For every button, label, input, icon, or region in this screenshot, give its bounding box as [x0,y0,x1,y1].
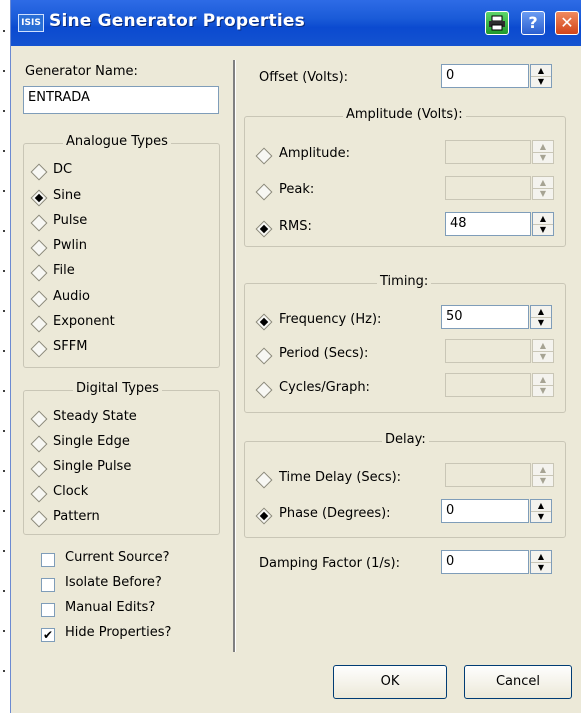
peak-input[interactable] [445,176,531,200]
delay-group [244,441,566,538]
phase-spinner[interactable]: ▲ ▼ [530,499,552,523]
timing-title: Timing: [377,274,432,289]
phase-input[interactable]: 0 [441,499,529,523]
manual-edits-checkbox[interactable] [41,603,55,617]
manual-edits-label[interactable]: Manual Edits? [65,600,155,615]
spin-down-icon[interactable]: ▼ [533,152,553,163]
help-button[interactable]: ? [521,11,545,35]
delay-title: Delay: [382,432,429,447]
analogue-types-title: Analogue Types [63,134,171,149]
generator-name-input[interactable]: ENTRADA [23,86,219,114]
cycles-graph-spinner[interactable]: ▲ ▼ [532,373,554,397]
vertical-divider [233,60,236,652]
properties-dialog: ISIS Sine Generator Properties ? ✕ Gener… [10,0,581,713]
frequency-label[interactable]: Frequency (Hz): [279,312,381,327]
period-input[interactable] [445,339,531,363]
spin-down-icon[interactable]: ▼ [533,224,553,235]
radio-label-dc[interactable]: DC [53,162,72,177]
radio-label-pulse[interactable]: Pulse [53,213,87,228]
isolate-before-label[interactable]: Isolate Before? [65,575,162,590]
rms-input[interactable]: 48 [445,212,531,236]
radio-label-single-pulse[interactable]: Single Pulse [53,459,131,474]
spin-down-icon[interactable]: ▼ [533,188,553,199]
background-strip [0,0,10,713]
frequency-spinner[interactable]: ▲ ▼ [530,305,552,329]
offset-label: Offset (Volts): [259,70,349,85]
radio-label-audio[interactable]: Audio [53,289,90,304]
cancel-button[interactable]: Cancel [464,665,572,699]
rms-spinner[interactable]: ▲ ▼ [532,212,554,236]
isolate-before-checkbox[interactable] [41,578,55,592]
spin-down-icon[interactable]: ▼ [531,76,551,87]
radio-label-pwlin[interactable]: Pwlin [53,238,87,253]
frequency-input[interactable]: 50 [441,305,529,329]
cycles-graph-input[interactable] [445,373,531,397]
spin-down-icon[interactable]: ▼ [531,511,551,522]
spin-down-icon[interactable]: ▼ [531,562,551,573]
close-icon: ✕ [560,13,574,32]
damping-factor-label: Damping Factor (1/s): [259,556,401,571]
radio-label-clock[interactable]: Clock [53,484,88,499]
window-title: Sine Generator Properties [49,11,305,31]
ok-button[interactable]: OK [333,665,447,699]
time-delay-label[interactable]: Time Delay (Secs): [279,470,401,485]
rms-label[interactable]: RMS: [279,219,312,234]
printer-icon [489,15,505,31]
amplitude-input[interactable] [445,140,531,164]
amplitude-title: Amplitude (Volts): [343,107,466,122]
digital-types-title: Digital Types [73,381,162,396]
radio-label-pattern[interactable]: Pattern [53,509,100,524]
damping-factor-input[interactable]: 0 [441,550,529,574]
current-source-label[interactable]: Current Source? [65,550,170,565]
spin-down-icon[interactable]: ▼ [533,385,553,396]
radio-label-file[interactable]: File [53,263,75,278]
phase-label[interactable]: Phase (Degrees): [279,506,391,521]
amplitude-spinner[interactable]: ▲ ▼ [532,140,554,164]
cycles-graph-label[interactable]: Cycles/Graph: [279,380,370,395]
print-button[interactable] [485,11,509,35]
spin-down-icon[interactable]: ▼ [533,475,553,486]
hide-properties-label[interactable]: Hide Properties? [65,625,171,640]
time-delay-input[interactable] [445,463,531,487]
damping-factor-spinner[interactable]: ▲ ▼ [530,550,552,574]
period-label[interactable]: Period (Secs): [279,346,368,361]
radio-label-sine[interactable]: Sine [53,188,81,203]
hide-properties-checkbox[interactable]: ✔ [41,628,55,642]
radio-label-exponent[interactable]: Exponent [53,314,115,329]
peak-label[interactable]: Peak: [279,182,314,197]
app-icon: ISIS [18,14,44,32]
radio-label-steady-state[interactable]: Steady State [53,409,137,424]
amplitude-label[interactable]: Amplitude: [279,146,350,161]
spin-down-icon[interactable]: ▼ [533,351,553,362]
offset-input[interactable]: 0 [441,64,529,88]
generator-name-label: Generator Name: [25,64,138,79]
title-bar[interactable]: ISIS Sine Generator Properties ? ✕ [11,0,581,46]
period-spinner[interactable]: ▲ ▼ [532,339,554,363]
current-source-checkbox[interactable] [41,553,55,567]
spin-down-icon[interactable]: ▼ [531,317,551,328]
radio-label-single-edge[interactable]: Single Edge [53,434,130,449]
radio-label-sffm[interactable]: SFFM [53,339,87,354]
close-button[interactable]: ✕ [555,11,579,35]
offset-spinner[interactable]: ▲ ▼ [530,64,552,88]
peak-spinner[interactable]: ▲ ▼ [532,176,554,200]
time-delay-spinner[interactable]: ▲ ▼ [532,463,554,487]
